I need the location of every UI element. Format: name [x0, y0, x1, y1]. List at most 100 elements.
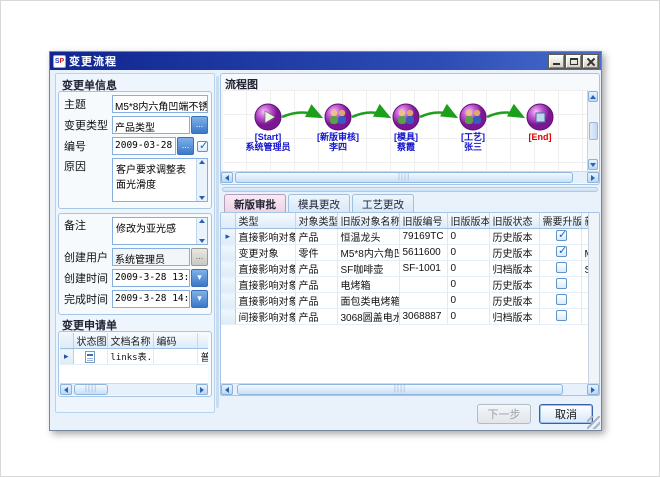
- impact-table-row[interactable]: 间接影响对象产品3068圆盖电水壶30688870归档版本: [221, 309, 588, 325]
- tab-1[interactable]: 新版审批: [224, 194, 286, 212]
- panel-splitter[interactable]: [216, 76, 219, 408]
- field-value[interactable]: 2009-3-28 14:12:50: [112, 290, 190, 308]
- resize-grip[interactable]: [587, 416, 600, 429]
- flow-node-label: [新版审核]: [317, 131, 359, 142]
- ellipsis-button[interactable]: ...: [191, 116, 208, 134]
- impact-col-header[interactable]: 新版: [581, 213, 588, 229]
- flow-node-label: [模具]: [394, 131, 418, 142]
- impact-table-row[interactable]: ▸直接影响对象产品恒温龙头79169TC0历史版本: [221, 229, 588, 245]
- scroll-down-icon[interactable]: [199, 239, 205, 243]
- impact-table-hscrollbar[interactable]: [221, 383, 599, 395]
- impact-col-header[interactable]: 旧版对象名称: [337, 213, 399, 229]
- field-textarea[interactable]: 修改为亚光感: [112, 217, 208, 245]
- request-col-header[interactable]: 状态图: [73, 333, 107, 349]
- impact-table-row[interactable]: 直接影响对象产品面包类电烤箱0历史版本: [221, 293, 588, 309]
- field-label: 变更类型: [62, 117, 112, 133]
- scroll-left-icon[interactable]: [60, 384, 72, 395]
- request-col-header[interactable]: [60, 333, 73, 349]
- impact-table-row[interactable]: 变更对象零件M5*8内六角凹...56116000历史版本M5*8内六角: [221, 245, 588, 261]
- upgrade-checkbox[interactable]: [556, 246, 567, 257]
- flow-vscrollbar[interactable]: [587, 90, 598, 171]
- scrollbar-thumb[interactable]: [237, 384, 563, 395]
- next-button[interactable]: 下一步: [477, 404, 531, 424]
- scroll-right-icon[interactable]: [587, 172, 599, 183]
- upgrade-checkbox[interactable]: [556, 310, 567, 321]
- flow-arrow: [282, 113, 321, 118]
- impact-col-header[interactable]: 对象类型: [295, 213, 337, 229]
- textarea-scrollbar[interactable]: [196, 218, 207, 244]
- number-checkbox[interactable]: [197, 141, 208, 152]
- extra-cell: 普通: [197, 349, 208, 365]
- scrollbar-thumb[interactable]: [589, 122, 598, 140]
- request-table-row[interactable]: ▸links表...普通: [60, 349, 208, 365]
- scrollbar-thumb[interactable]: [235, 172, 573, 183]
- flow-diagram: [Start]系统管理员[新版审核]李四[模具]蔡霞[工艺]张三[End]: [222, 90, 588, 171]
- code-cell: [153, 349, 197, 365]
- dropdown-button[interactable]: ▾: [191, 269, 208, 287]
- scrollbar-thumb[interactable]: [74, 384, 108, 395]
- info-panel-header: 变更单信息: [58, 75, 212, 91]
- request-table-grid: 状态图文档名称编码▸links表...普通: [60, 333, 208, 365]
- flow-node-task[interactable]: [393, 104, 419, 130]
- field-textarea[interactable]: 客户要求调整表面光滑度: [112, 158, 208, 202]
- request-col-header[interactable]: [197, 333, 208, 349]
- cell: 直接影响对象: [235, 277, 295, 293]
- impact-col-header[interactable]: [221, 213, 235, 229]
- scroll-up-icon[interactable]: [588, 91, 598, 102]
- field-value[interactable]: M5*8内六角凹端不锈钢紧固螺钉: [112, 95, 208, 113]
- upgrade-cell: [539, 261, 581, 277]
- field-value[interactable]: 系统管理员: [112, 248, 190, 266]
- ellipsis-button[interactable]: ...: [191, 248, 208, 266]
- cell: SF-1001: [399, 261, 447, 277]
- ellipsis-button[interactable]: ...: [177, 137, 194, 155]
- upgrade-checkbox[interactable]: [556, 230, 567, 241]
- tab-3[interactable]: 工艺更改: [352, 194, 414, 212]
- scroll-down-icon[interactable]: [199, 196, 205, 200]
- change-process-dialog: S P 变更流程 变更单信息 主题M5*8内六角凹端不锈钢紧固螺钉变更类型产品类…: [49, 51, 602, 431]
- close-button[interactable]: [583, 55, 598, 68]
- flow-node-task[interactable]: [460, 104, 486, 130]
- flow-node-label: [Start]: [255, 132, 282, 142]
- impact-table-row[interactable]: 直接影响对象产品电烤箱0历史版本: [221, 277, 588, 293]
- scroll-down-icon[interactable]: [588, 159, 598, 170]
- impact-table-panel: 类型对象类型旧版对象名称旧版编号旧版版本号旧版状态需要升版新版▸直接影响对象产品…: [220, 212, 600, 396]
- scroll-up-icon[interactable]: [199, 219, 205, 223]
- field-value[interactable]: 2009-3-28 13:39:01: [112, 269, 190, 287]
- cell: 间接影响对象: [235, 309, 295, 325]
- textarea-scrollbar[interactable]: [196, 159, 207, 201]
- request-table-hscrollbar[interactable]: [60, 383, 208, 395]
- row-indicator: [221, 245, 235, 261]
- scroll-right-icon[interactable]: [196, 384, 208, 395]
- scroll-up-icon[interactable]: [199, 160, 205, 164]
- field-value[interactable]: 产品类型: [112, 116, 190, 134]
- cell: SF咖啡壶: [581, 261, 588, 277]
- field-value[interactable]: 2009-03-28 13:39:01: [112, 137, 176, 155]
- flow-table-splitter[interactable]: [222, 187, 598, 192]
- maximize-button[interactable]: [566, 55, 581, 68]
- scroll-left-icon[interactable]: [221, 172, 233, 183]
- scroll-left-icon[interactable]: [221, 384, 233, 395]
- impact-col-header[interactable]: 类型: [235, 213, 295, 229]
- impact-col-header[interactable]: 旧版状态: [489, 213, 539, 229]
- flow-hscrollbar[interactable]: [221, 171, 599, 183]
- minimize-button[interactable]: [549, 55, 564, 68]
- upgrade-checkbox[interactable]: [556, 278, 567, 289]
- cancel-button[interactable]: 取消: [539, 404, 593, 424]
- upgrade-checkbox[interactable]: [556, 262, 567, 273]
- maximize-icon: [570, 58, 578, 65]
- flow-canvas[interactable]: [Start]系统管理员[新版审核]李四[模具]蔡霞[工艺]张三[End]: [222, 90, 598, 171]
- tab-2[interactable]: 模具更改: [288, 194, 350, 212]
- request-col-header[interactable]: 编码: [153, 333, 197, 349]
- impact-col-header[interactable]: 旧版编号: [399, 213, 447, 229]
- impact-col-header[interactable]: 需要升版: [539, 213, 581, 229]
- flow-arrow: [352, 113, 389, 118]
- impact-table-vscrollbar[interactable]: [588, 213, 599, 383]
- dropdown-button[interactable]: ▾: [191, 290, 208, 308]
- upgrade-checkbox[interactable]: [556, 294, 567, 305]
- impact-table-row[interactable]: 直接影响对象产品SF咖啡壶SF-10010归档版本SF咖啡壶: [221, 261, 588, 277]
- flow-node-task[interactable]: [325, 104, 351, 130]
- scroll-right-icon[interactable]: [587, 384, 599, 395]
- titlebar[interactable]: S P 变更流程: [50, 52, 601, 70]
- impact-col-header[interactable]: 旧版版本号: [447, 213, 489, 229]
- request-col-header[interactable]: 文档名称: [107, 333, 153, 349]
